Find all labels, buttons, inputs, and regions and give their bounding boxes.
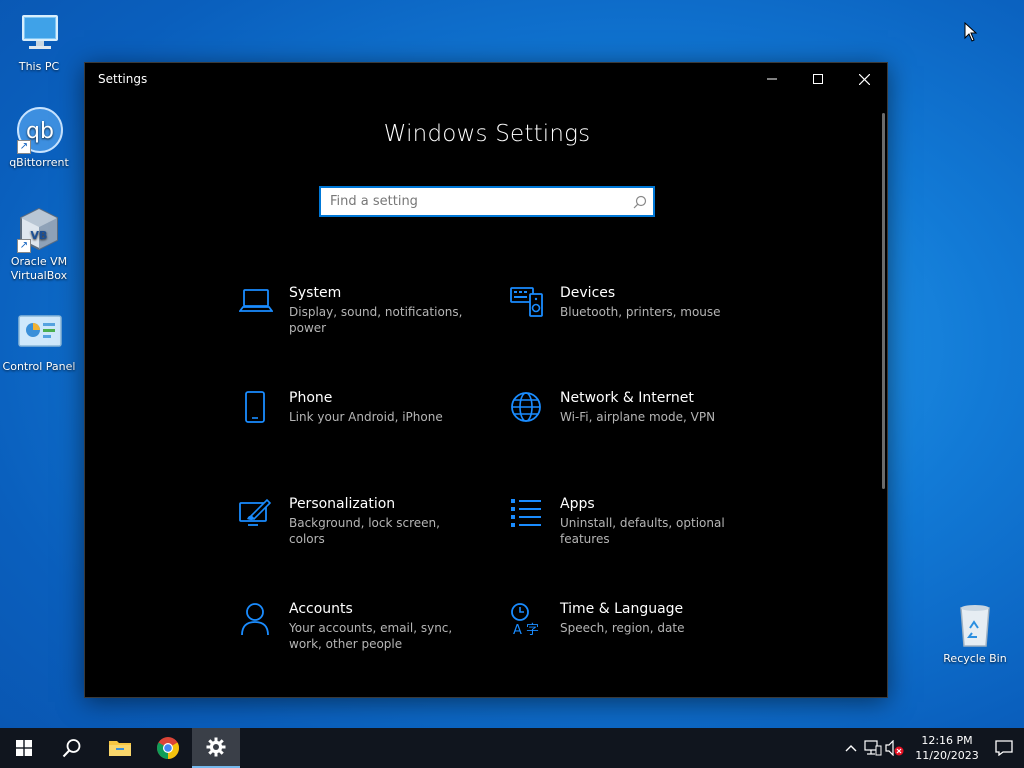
- minimize-button[interactable]: [749, 63, 795, 95]
- desktop-icon-label: This PC: [18, 60, 60, 73]
- shortcut-arrow-icon: ↗: [17, 239, 31, 253]
- devices-icon: [510, 284, 560, 322]
- minimize-icon: [767, 78, 777, 80]
- qbittorrent-icon: qb ↗: [15, 106, 63, 154]
- svg-text:A: A: [513, 623, 522, 636]
- settings-window: Settings Windows Settings System Display…: [84, 62, 888, 698]
- search-icon[interactable]: [627, 195, 653, 209]
- laptop-icon: [238, 284, 289, 336]
- settings-taskbar-button[interactable]: [192, 728, 240, 768]
- desktop-icon-label: Control Panel: [2, 360, 76, 373]
- chrome-icon: [157, 737, 179, 759]
- tile-title: Phone: [289, 390, 333, 406]
- windows-logo-icon: [16, 740, 32, 756]
- window-title: Settings: [98, 72, 148, 86]
- svg-text:字: 字: [526, 623, 539, 636]
- person-icon: [239, 600, 289, 652]
- shortcut-arrow-icon: ↗: [17, 140, 31, 154]
- chevron-up-icon: [845, 745, 857, 752]
- globe-icon: [510, 389, 560, 427]
- clock-time: 12:16 PM: [921, 734, 973, 747]
- search-icon: [62, 739, 81, 758]
- tile-description: Link your Android, iPhone: [289, 410, 443, 424]
- paintbrush-icon: [239, 495, 289, 547]
- tile-title: Network & Internet: [560, 390, 694, 406]
- page-title: Windows Settings: [383, 121, 591, 147]
- desktop-icon-qbittorrent[interactable]: qb ↗ qBittorrent: [0, 106, 78, 170]
- tile-title: Devices: [560, 285, 616, 301]
- settings-tile-devices[interactable]: Devices Bluetooth, printers, mouse: [510, 284, 760, 322]
- settings-tile-personalization[interactable]: Personalization Background, lock screen,…: [239, 495, 489, 547]
- virtualbox-icon: VB ↗: [15, 205, 63, 253]
- tile-description: Uninstall, defaults, optional features: [560, 516, 725, 546]
- tile-title: Time & Language: [560, 601, 684, 617]
- gear-icon: [206, 737, 226, 757]
- network-icon: [864, 740, 882, 756]
- settings-tile-time-language[interactable]: A字 Time & Language Speech, region, date: [510, 600, 760, 640]
- tile-description: Your accounts, email, sync, work, other …: [289, 621, 453, 651]
- tile-description: Background, lock screen, colors: [289, 516, 440, 546]
- folder-icon: [109, 741, 131, 756]
- chrome-button[interactable]: [144, 728, 192, 768]
- desktop-icon-recycle-bin[interactable]: Recycle Bin: [936, 602, 1014, 666]
- search-button[interactable]: [48, 728, 96, 768]
- volume-tray-button[interactable]: [884, 728, 906, 768]
- title-bar[interactable]: Settings: [85, 63, 887, 95]
- desktop-icon-label: qBittorrent: [9, 156, 69, 169]
- settings-tile-accounts[interactable]: Accounts Your accounts, email, sync, wor…: [239, 600, 489, 652]
- maximize-icon: [813, 74, 823, 84]
- maximize-button[interactable]: [795, 63, 841, 95]
- close-icon: [858, 73, 870, 85]
- svg-text:VB: VB: [31, 229, 48, 242]
- tile-description: Speech, region, date: [560, 621, 685, 635]
- computer-icon: [15, 10, 63, 58]
- tile-title: System: [289, 285, 342, 301]
- tile-title: Personalization: [289, 496, 396, 512]
- scrollbar[interactable]: [882, 113, 885, 489]
- volume-muted-icon: [885, 740, 904, 756]
- desktop-icon-this-pc[interactable]: This PC: [0, 10, 78, 74]
- desktop-icon-label: Recycle Bin: [943, 652, 1007, 665]
- system-tray: 12:16 PM 11/20/2023: [840, 728, 1024, 768]
- taskbar: 12:16 PM 11/20/2023: [0, 728, 1024, 768]
- tile-title: Accounts: [289, 601, 353, 617]
- control-panel-icon: [15, 310, 63, 358]
- tile-description: Bluetooth, printers, mouse: [560, 305, 721, 319]
- show-hidden-icons-button[interactable]: [840, 728, 862, 768]
- tile-title: Apps: [560, 496, 595, 512]
- clock[interactable]: 12:16 PM 11/20/2023: [910, 733, 984, 763]
- search-input[interactable]: [321, 188, 627, 215]
- settings-tile-network[interactable]: Network & Internet Wi-Fi, airplane mode,…: [510, 389, 760, 427]
- desktop-icon-label: Oracle VM VirtualBox: [10, 255, 68, 282]
- apps-list-icon: [510, 495, 560, 547]
- notification-center-button[interactable]: [984, 728, 1024, 768]
- settings-tile-phone[interactable]: Phone Link your Android, iPhone: [239, 389, 489, 427]
- tile-description: Wi-Fi, airplane mode, VPN: [560, 410, 716, 424]
- desktop-icon-virtualbox[interactable]: VB ↗ Oracle VM VirtualBox: [0, 205, 78, 283]
- recycle-bin-icon: [951, 602, 999, 650]
- desktop-icon-control-panel[interactable]: Control Panel: [0, 310, 78, 374]
- file-explorer-button[interactable]: [96, 728, 144, 768]
- clock-date: 11/20/2023: [915, 749, 979, 762]
- mouse-cursor-icon: [964, 22, 978, 42]
- time-language-icon: A字: [510, 600, 560, 640]
- phone-icon: [239, 389, 289, 427]
- network-tray-button[interactable]: [862, 728, 884, 768]
- start-button[interactable]: [0, 728, 48, 768]
- tile-description: Display, sound, notifications, power: [289, 305, 463, 335]
- settings-tile-system[interactable]: System Display, sound, notifications, po…: [238, 284, 489, 336]
- search-box[interactable]: [319, 186, 655, 217]
- close-button[interactable]: [841, 63, 887, 95]
- settings-tile-apps[interactable]: Apps Uninstall, defaults, optional featu…: [510, 495, 760, 547]
- notification-icon: [995, 740, 1013, 756]
